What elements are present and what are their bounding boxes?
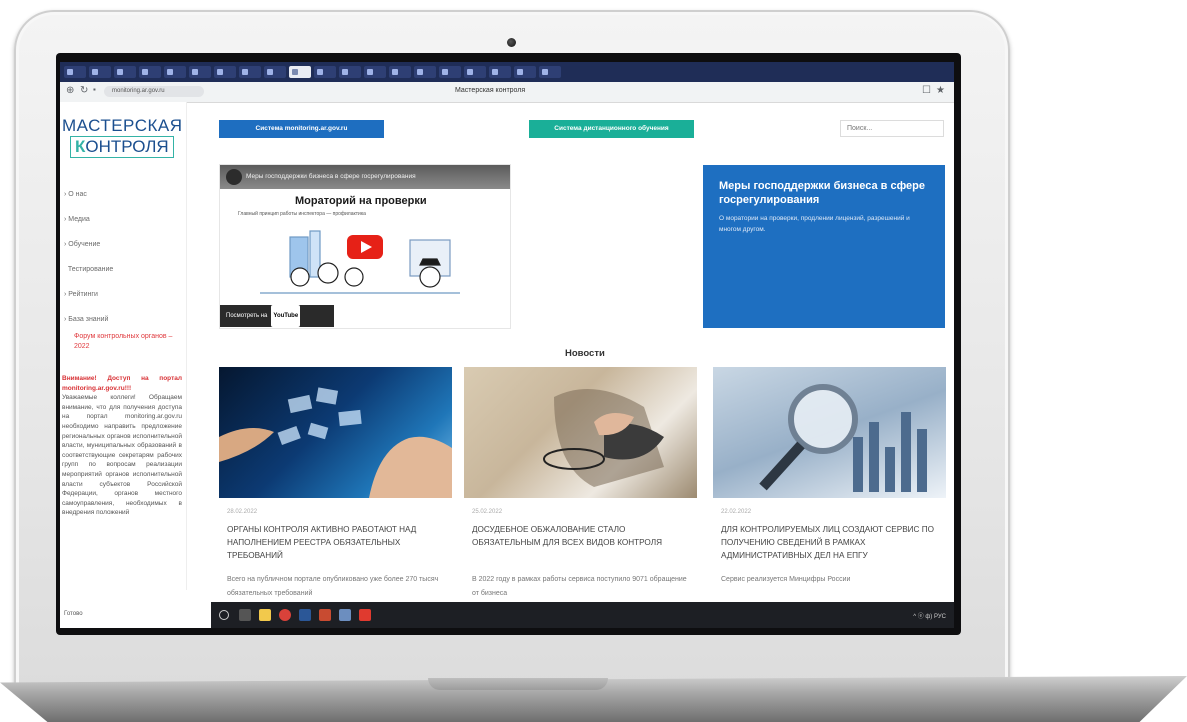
- powerpoint-icon[interactable]: [319, 609, 331, 621]
- news-date: 25.02.2022: [472, 509, 503, 515]
- browser-tab-active[interactable]: [289, 66, 311, 78]
- sidebar-item-education[interactable]: › Обучение: [64, 232, 184, 257]
- news-image-art: [543, 389, 664, 487]
- pdf-reader-icon[interactable]: [359, 609, 371, 621]
- sidebar-item-label: О нас: [68, 191, 87, 198]
- news-image[interactable]: [713, 367, 946, 498]
- browser-tab[interactable]: [414, 66, 436, 78]
- star-icon[interactable]: ★: [936, 85, 945, 96]
- browser-tab[interactable]: [189, 66, 211, 78]
- sidebar-item-about[interactable]: › О нас: [64, 182, 184, 207]
- browser-tab[interactable]: [389, 66, 411, 78]
- browser-tab[interactable]: [64, 66, 86, 78]
- news-excerpt: В 2022 году в рамках работы сервиса пост…: [472, 576, 687, 597]
- laptop-notch: [428, 678, 608, 690]
- browser-tab[interactable]: [364, 66, 386, 78]
- browser-tab[interactable]: [339, 66, 361, 78]
- news-excerpt: Всего на публичном портале опубликовано …: [227, 576, 439, 597]
- sidebar-item-ratings[interactable]: › Рейтинги: [64, 282, 184, 307]
- search-icon[interactable]: [219, 610, 229, 620]
- news-headline[interactable]: Досудебное обжалование стало обязательны…: [472, 523, 692, 549]
- news-card[interactable]: 28.02.2022 Органы контроля активно работ…: [219, 367, 452, 628]
- sidebar-item-media[interactable]: › Медиа: [64, 207, 184, 232]
- sidebar-item-label: База знаний: [68, 316, 109, 323]
- youtube-logo-icon: YouTube: [271, 305, 301, 327]
- browser-tab-strip: [60, 62, 954, 82]
- browser-tab[interactable]: [164, 66, 186, 78]
- logo-k-letter: К: [75, 137, 86, 156]
- browser-tab[interactable]: [264, 66, 286, 78]
- browser-tab[interactable]: [464, 66, 486, 78]
- status-bar-text: Готово: [64, 611, 83, 617]
- file-explorer-icon[interactable]: [259, 609, 271, 621]
- browser-tab[interactable]: [239, 66, 261, 78]
- yandex-browser-icon[interactable]: [279, 609, 291, 621]
- browser-tab[interactable]: [214, 66, 236, 78]
- task-view-icon[interactable]: [239, 609, 251, 621]
- youtube-play-button[interactable]: [347, 235, 383, 259]
- watch-on-label: Посмотреть на: [226, 313, 268, 319]
- reload-icon[interactable]: ↻: [80, 85, 88, 96]
- logo-line-1[interactable]: МАСТЕРСКАЯ: [62, 116, 183, 136]
- browser-tab[interactable]: [114, 66, 136, 78]
- news-headline[interactable]: Органы контроля активно работают над нап…: [227, 523, 447, 562]
- watch-on-youtube-bar[interactable]: Посмотреть на YouTube: [220, 305, 334, 327]
- news-image[interactable]: [219, 367, 452, 498]
- logo-line-2[interactable]: КОНТРОЛЯ: [70, 136, 174, 158]
- sidebar-item-forum[interactable]: Форум контрольных органов – 2022: [64, 332, 174, 362]
- address-bar: ⊕ ↻ ▪ monitoring.ar.gov.ru Мастерская ко…: [60, 82, 954, 103]
- support-title: Меры господдержки бизнеса в сфере госрег…: [719, 180, 926, 206]
- news-card[interactable]: 22.02.2022 Для контролируемых лиц создаю…: [713, 367, 946, 628]
- browser-tab[interactable]: [314, 66, 336, 78]
- sidebar-item-testing[interactable]: Тестирование: [64, 257, 184, 282]
- sidebar-menu: › О нас › Медиа › Обучение Тестирование …: [64, 182, 184, 362]
- distance-learning-button[interactable]: Система дистанционного обучения: [529, 120, 694, 138]
- support-measures-banner[interactable]: Меры господдержки бизнеса в сфере госрег…: [703, 165, 945, 328]
- browser-tab[interactable]: [514, 66, 536, 78]
- lock-icon: ▪: [93, 85, 96, 94]
- sidebar: МАСТЕРСКАЯ КОНТРОЛЯ › О нас › Медиа › Об…: [60, 102, 187, 590]
- news-date: 28.02.2022: [227, 509, 258, 515]
- logo-line-2-rest: ОНТРОЛЯ: [85, 137, 169, 156]
- browser-tab[interactable]: [139, 66, 161, 78]
- news-image-art: [759, 384, 927, 492]
- sidebar-item-label: Обучение: [68, 241, 101, 248]
- sidebar-item-label: Рейтинги: [68, 291, 98, 298]
- url-field[interactable]: monitoring.ar.gov.ru: [104, 86, 204, 97]
- screen: ⊕ ↻ ▪ monitoring.ar.gov.ru Мастерская ко…: [60, 62, 954, 628]
- news-heading: Новости: [565, 348, 605, 359]
- news-card[interactable]: 25.02.2022 Досудебное обжалование стало …: [464, 367, 697, 628]
- browser-tab[interactable]: [439, 66, 461, 78]
- page-title: Мастерская контроля: [455, 87, 526, 94]
- notice-title[interactable]: Внимание! Доступ на портал monitoring.ar…: [62, 374, 182, 393]
- app-icon[interactable]: [339, 609, 351, 621]
- sidebar-item-label: Тестирование: [67, 266, 114, 273]
- news-image-art: [219, 387, 452, 498]
- notice-body: Уважаемые коллеги! Обращаем внимание, чт…: [62, 394, 182, 517]
- back-icon[interactable]: ⊕: [66, 85, 74, 96]
- news-image[interactable]: [464, 367, 697, 498]
- browser-tab[interactable]: [89, 66, 111, 78]
- webcam: [507, 38, 516, 47]
- news-date: 22.02.2022: [721, 509, 752, 515]
- windows-taskbar: ^ ⓔ ф) РУС: [211, 602, 954, 628]
- sidebar-item-knowledge-base[interactable]: › База знаний: [64, 307, 184, 332]
- word-icon[interactable]: [299, 609, 311, 621]
- search-input[interactable]: [840, 120, 944, 137]
- news-headline[interactable]: Для контролируемых лиц создают сервис по…: [721, 523, 941, 562]
- monitoring-system-button[interactable]: Система monitoring.ar.gov.ru: [219, 120, 384, 138]
- access-notice: Внимание! Доступ на портал monitoring.ar…: [62, 374, 182, 518]
- browser-tab[interactable]: [489, 66, 511, 78]
- sidebar-item-label: Медиа: [68, 216, 90, 223]
- system-tray[interactable]: ^ ⓔ ф) РУС: [913, 611, 946, 620]
- news-excerpt: Сервис реализуется Минцифры России: [721, 576, 851, 583]
- youtube-video-embed[interactable]: Меры господдержки бизнеса в сфере госрег…: [219, 164, 511, 329]
- browser-tab[interactable]: [539, 66, 561, 78]
- support-text: О моратории на проверки, продлении лицен…: [719, 215, 910, 233]
- extension-icon[interactable]: ☐: [922, 85, 931, 96]
